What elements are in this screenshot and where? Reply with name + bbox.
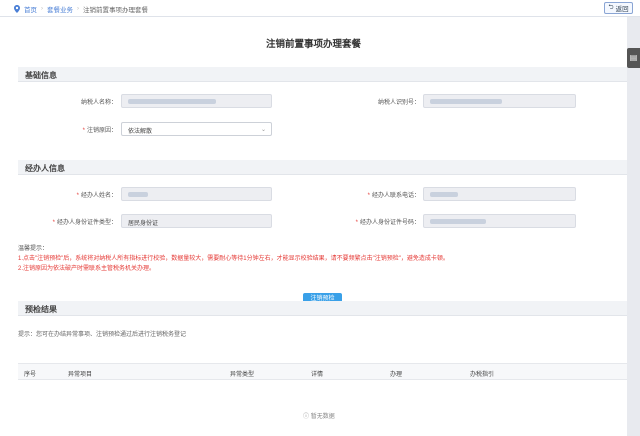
empty-state: ⓘ 暂无数据	[303, 411, 335, 420]
breadcrumb: 首页 › 套餐业务 › 注销前置事项办理套餐	[14, 4, 148, 14]
column-header: 异常类型	[230, 372, 255, 378]
tips-title: 温馨提示：	[18, 246, 49, 252]
result-hint: 提示：您可在办结异常事项、注销预检通过后进行注销税务登记	[18, 332, 187, 338]
section-result-title: 预检结果	[25, 305, 57, 314]
column-header: 序号	[24, 372, 37, 378]
column-header: 办理	[390, 372, 403, 378]
section-agent-header: 经办人信息	[18, 160, 627, 175]
location-pin-icon	[14, 5, 20, 13]
section-result-header: 预检结果	[18, 301, 627, 316]
cancel-reason-value: 依法解散	[128, 129, 153, 135]
cancel-reason-select[interactable]: 依法解散 ⌄	[121, 122, 272, 136]
column-header: 办税指引	[470, 372, 495, 378]
id-number-label: * 经办人身份证件号码：	[355, 220, 420, 226]
tips-line-2: 2.注销原因为依法破产时需联系主管税务机关办理。	[18, 266, 156, 272]
page-title: 注销前置事项办理套餐	[265, 39, 361, 50]
agent-name-label: * 经办人姓名：	[76, 193, 117, 199]
agent-phone-label: * 经办人联系电话：	[367, 193, 420, 199]
breadcrumb-current: 注销前置事项办理套餐	[83, 7, 148, 14]
book-icon[interactable]: ▤	[627, 48, 640, 68]
taxpayer-name-field[interactable]	[121, 94, 272, 108]
id-type-field[interactable]: 居民身份证	[121, 214, 272, 228]
result-table-header: 序号 异常项目 异常类型 详情 办理 办税指引	[18, 363, 627, 380]
section-basic-title: 基础信息	[25, 71, 57, 80]
info-circle-icon: ⓘ	[303, 414, 310, 420]
section-basic-header: 基础信息	[18, 67, 627, 82]
taxpayer-id-label: 纳税人识别号：	[377, 100, 420, 106]
agent-phone-field[interactable]	[423, 187, 576, 201]
taxpayer-id-field[interactable]	[423, 94, 576, 108]
chevron-right-icon: ›	[41, 6, 43, 12]
top-bar: 首页 › 套餐业务 › 注销前置事项办理套餐 ⮌ 返回	[0, 0, 640, 17]
id-number-field[interactable]	[423, 214, 576, 228]
back-label: 返回	[615, 6, 629, 13]
id-type-label: * 经办人身份证件类型：	[52, 220, 117, 226]
column-header: 详情	[311, 372, 324, 378]
section-agent-title: 经办人信息	[25, 164, 65, 173]
breadcrumb-home[interactable]: 首页	[24, 4, 37, 14]
column-header: 异常项目	[68, 372, 93, 378]
chevron-down-icon: ⌄	[260, 127, 266, 133]
agent-name-field[interactable]	[121, 187, 272, 201]
back-button[interactable]: ⮌ 返回	[604, 2, 633, 14]
tips-line-1: 1.点击"注销预检"后，系统将对纳税人所有指标进行校验，数据量较大，需要耐心等待…	[18, 256, 449, 262]
main-panel: 注销前置事项办理套餐 基础信息 纳税人名称： 纳税人识别号： * 注销原因： 依法…	[0, 17, 627, 436]
taxpayer-name-label: 纳税人名称：	[80, 100, 117, 106]
breadcrumb-package[interactable]: 套餐业务	[47, 4, 73, 14]
empty-text: 暂无数据	[310, 414, 335, 420]
back-arrow-icon: ⮌	[608, 3, 614, 11]
chevron-right-icon: ›	[77, 6, 79, 12]
cancel-reason-label: * 注销原因：	[82, 128, 117, 134]
id-type-value: 居民身份证	[128, 221, 159, 227]
